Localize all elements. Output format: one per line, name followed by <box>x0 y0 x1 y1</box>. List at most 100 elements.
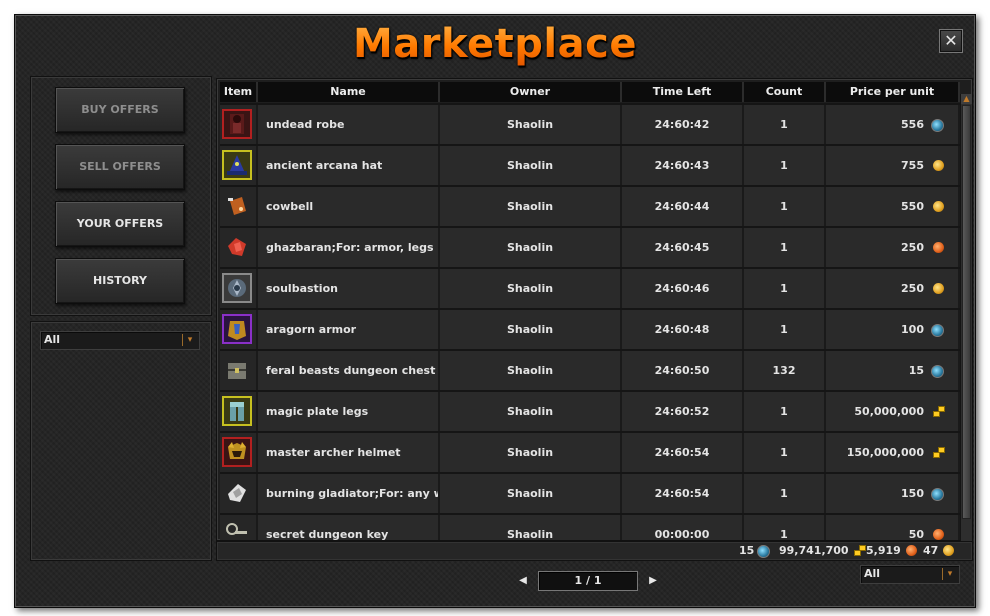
table-row[interactable]: ancient arcana hat Shaolin 24:60:43 1 755 <box>220 144 960 185</box>
table-row[interactable]: soulbastion Shaolin 24:60:46 1 250 <box>220 267 960 308</box>
price-value: 50,000,000 <box>854 405 924 418</box>
currency-filter-value: All <box>864 567 881 580</box>
price-value: 150,000,000 <box>846 446 924 459</box>
item-cell[interactable] <box>220 146 258 185</box>
gold-bars-icon <box>933 406 945 417</box>
your-offers-button[interactable]: YOUR OFFERS <box>55 201 185 247</box>
category-filter-panel: All ▾ <box>30 321 212 561</box>
secret-dungeon-key-icon <box>222 519 252 540</box>
category-select[interactable]: All ▾ <box>40 331 200 350</box>
history-button[interactable]: HISTORY <box>55 258 185 304</box>
price-value: 550 <box>901 200 924 213</box>
cowbell-icon <box>222 191 252 221</box>
marketplace-window: Marketplace ✕ BUY OFFERS SELL OFFERS YOU… <box>14 14 976 608</box>
balance-orange: 5,919 <box>866 542 917 560</box>
name-cell: burning gladiator;For: any we <box>258 474 440 513</box>
gold-bars-icon <box>933 447 945 458</box>
owner-cell: Shaolin <box>440 187 622 226</box>
name-cell: master archer helmet <box>258 433 440 472</box>
undead-robe-icon <box>222 109 252 139</box>
currency-filter-select[interactable]: All ▾ <box>860 565 960 584</box>
table-header: Item Name Owner Time Left Count Price pe… <box>220 82 960 102</box>
time-left-cell: 00:00:00 <box>622 515 744 540</box>
count-cell: 1 <box>744 105 826 144</box>
master-archer-helmet-icon <box>222 437 252 467</box>
count-cell: 1 <box>744 474 826 513</box>
name-cell: soulbastion <box>258 269 440 308</box>
owner-cell: Shaolin <box>440 515 622 540</box>
table-row[interactable]: magic plate legs Shaolin 24:60:52 1 50,000,0… <box>220 390 960 431</box>
table-row[interactable]: undead robe Shaolin 24:60:42 1 556 <box>220 103 960 144</box>
table-row[interactable]: master archer helmet Shaolin 24:60:54 1 150,… <box>220 431 960 472</box>
time-left-cell: 24:60:44 <box>622 187 744 226</box>
scroll-up-icon[interactable]: ▲ <box>961 94 972 104</box>
time-left-cell: 24:60:50 <box>622 351 744 390</box>
count-cell: 1 <box>744 187 826 226</box>
time-left-cell: 24:60:42 <box>622 105 744 144</box>
name-cell: aragorn armor <box>258 310 440 349</box>
price-cell: 556 <box>826 105 960 144</box>
name-cell: secret dungeon key <box>258 515 440 540</box>
balance-bars: 99,741,700 <box>779 542 866 560</box>
price-cell: 755 <box>826 146 960 185</box>
owner-cell: Shaolin <box>440 433 622 472</box>
time-left-cell: 24:60:46 <box>622 269 744 308</box>
gold-coin-icon <box>933 283 944 294</box>
orange-coin-icon <box>933 242 944 253</box>
balance-gold-amount: 47 <box>923 544 939 557</box>
item-cell[interactable] <box>220 351 258 390</box>
price-cell: 50 <box>826 515 960 541</box>
item-cell[interactable] <box>220 433 258 472</box>
ghazbaran-icon <box>222 232 252 262</box>
item-cell[interactable] <box>220 269 258 308</box>
count-cell: 1 <box>744 392 826 431</box>
table-row[interactable]: aragorn armor Shaolin 24:60:48 1 100 <box>220 308 960 349</box>
orange-coin-icon <box>905 545 917 556</box>
balance-blue-amount: 15 <box>739 544 755 557</box>
sell-offers-button[interactable]: SELL OFFERS <box>55 144 185 190</box>
table-row[interactable]: cowbell Shaolin 24:60:44 1 550 <box>220 185 960 226</box>
close-button[interactable]: ✕ <box>939 29 963 53</box>
table-row[interactable]: feral beasts dungeon chest Shaolin 24:60:5… <box>220 349 960 390</box>
table-row[interactable]: ghazbaran;For: armor, legs Shaolin 24:60:4… <box>220 226 960 267</box>
magic-plate-legs-icon <box>222 396 252 426</box>
scroll-thumb[interactable] <box>962 105 971 519</box>
item-cell[interactable] <box>220 515 258 540</box>
price-cell: 100 <box>826 310 960 349</box>
arrow-left-icon[interactable]: ◀ <box>518 575 528 587</box>
owner-cell: Shaolin <box>440 474 622 513</box>
price-value: 250 <box>901 241 924 254</box>
owner-cell: Shaolin <box>440 146 622 185</box>
balance-gold: 47 <box>923 542 955 560</box>
item-cell[interactable] <box>220 187 258 226</box>
name-cell: ancient arcana hat <box>258 146 440 185</box>
table-row[interactable]: secret dungeon key Shaolin 00:00:00 1 50 <box>220 513 960 541</box>
item-cell[interactable] <box>220 228 258 267</box>
balance-orange-amount: 5,919 <box>866 544 901 557</box>
buy-offers-button[interactable]: BUY OFFERS <box>55 87 185 133</box>
owner-cell: Shaolin <box>440 105 622 144</box>
count-cell: 1 <box>744 228 826 267</box>
item-cell[interactable] <box>220 474 258 513</box>
table-row[interactable]: burning gladiator;For: any we Shaolin 24:6… <box>220 472 960 513</box>
price-cell: 550 <box>826 187 960 226</box>
item-cell[interactable] <box>220 105 258 144</box>
page-indicator: 1 / 1 <box>538 571 638 591</box>
header-owner: Owner <box>440 82 622 102</box>
price-value: 50 <box>908 528 924 541</box>
burning-gladiator-icon <box>222 478 252 508</box>
category-select-value: All <box>44 333 61 346</box>
count-cell: 132 <box>744 351 826 390</box>
orange-coin-icon <box>933 529 944 540</box>
header-price: Price per unit <box>826 82 960 102</box>
item-cell[interactable] <box>220 392 258 431</box>
blue-coin-icon <box>931 324 944 337</box>
count-cell: 1 <box>744 433 826 472</box>
arrow-right-icon[interactable]: ▶ <box>648 575 658 587</box>
chevron-down-icon: ▾ <box>942 568 957 580</box>
price-cell: 250 <box>826 228 960 267</box>
item-cell[interactable] <box>220 310 258 349</box>
blue-coin-icon <box>931 119 944 132</box>
table-scrollbar[interactable]: ▲ ▼ <box>960 94 972 552</box>
gold-bars-icon <box>853 545 866 556</box>
